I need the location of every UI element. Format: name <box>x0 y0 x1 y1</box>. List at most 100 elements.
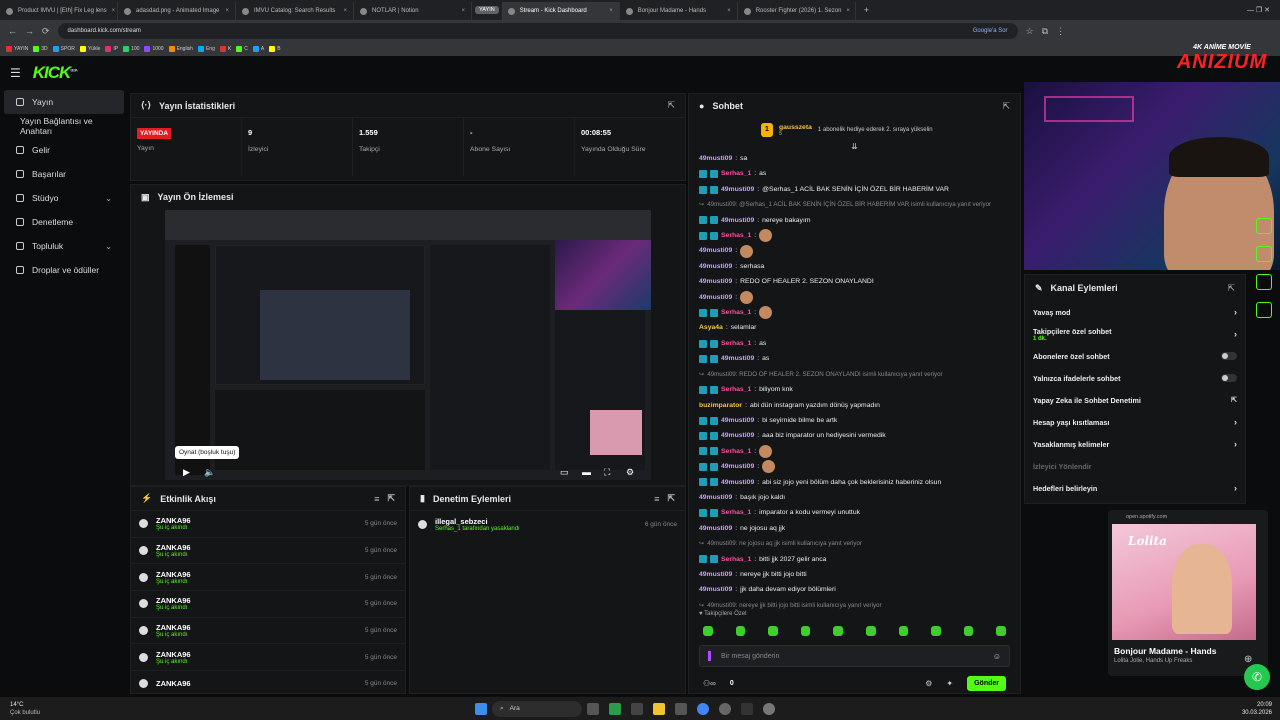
bookmark-item[interactable]: C <box>236 46 248 52</box>
sidebar-item[interactable]: Stüdyo ⌄ <box>4 186 124 210</box>
sidebar-item[interactable]: Yayın <box>4 90 124 114</box>
emote-icon[interactable] <box>800 626 811 636</box>
popout-icon[interactable]: ⇱ <box>667 100 675 111</box>
bookmark-item[interactable]: Eng <box>197 46 215 52</box>
album-art[interactable]: Lolita <box>1112 524 1256 640</box>
channel-action-item[interactable]: Hedefleri belirleyin › <box>1025 477 1245 499</box>
browser-tab[interactable]: NOTLAR | Notion × <box>354 2 472 20</box>
settings-gear-icon[interactable]: ⚙ <box>925 679 932 688</box>
chat-username[interactable]: Serhas_1 <box>721 305 751 320</box>
chrome-icon[interactable] <box>697 702 710 715</box>
wrench-tool-icon[interactable] <box>1256 302 1272 318</box>
extensions-icon[interactable]: ⧉ <box>1042 26 1048 37</box>
chat-username[interactable]: 49musti09 <box>699 521 732 536</box>
sidebar-item[interactable]: Topluluk ⌄ <box>4 234 124 258</box>
back-icon[interactable]: ← <box>8 26 17 36</box>
reload-icon[interactable]: ⟳ <box>42 26 50 37</box>
chat-username[interactable]: 49musti09 <box>721 459 754 474</box>
chat-tool-icon[interactable] <box>1256 218 1272 234</box>
whatsapp-icon[interactable]: ✆ <box>1244 664 1270 690</box>
weather-widget[interactable]: 14°C Çok bulutlu <box>0 701 50 717</box>
chat-username[interactable]: 49musti09 <box>699 490 732 505</box>
chat-username[interactable]: Serhas_1 <box>721 166 751 181</box>
file-explorer-icon[interactable] <box>653 702 666 715</box>
toggle-switch[interactable] <box>1221 374 1237 382</box>
chat-username[interactable]: 49musti09 <box>721 475 754 490</box>
bookmark-item[interactable]: SPOR <box>52 46 75 52</box>
sidebar-item[interactable]: Denetleme <box>4 210 124 234</box>
add-icon[interactable]: ⊕ <box>1244 654 1252 665</box>
close-icon[interactable]: × <box>343 8 347 14</box>
channel-action-item[interactable]: Abonelere özel sohbet <box>1025 345 1245 367</box>
chat-username[interactable]: 49musti09 <box>699 151 732 166</box>
emote-icon[interactable] <box>931 626 941 636</box>
activity-row[interactable]: ZANKA96 Şu iç akındı 5 gün önce <box>131 591 405 618</box>
xbox-icon[interactable] <box>609 702 622 715</box>
sidebar-item[interactable]: Gelir <box>4 138 124 162</box>
media-icon[interactable] <box>631 702 644 715</box>
obs-icon[interactable] <box>719 702 732 715</box>
moderation-row[interactable]: illegal_sebzeci Serhas_1 tarafından yasak… <box>410 511 685 538</box>
chat-username[interactable]: 49musti09 <box>721 351 754 366</box>
channel-action-item[interactable]: Yalnızca ifadelerle sohbet <box>1025 367 1245 389</box>
chat-username[interactable]: Serhas_1 <box>721 552 751 567</box>
kick-logo[interactable]: KICKBETA <box>33 63 78 83</box>
external-link-icon[interactable]: ⇱ <box>1231 396 1237 404</box>
bookmark-item[interactable]: 100 <box>123 46 139 52</box>
emote-icon[interactable] <box>768 626 778 636</box>
link-tool-icon[interactable] <box>1256 246 1272 262</box>
chevron-right-icon[interactable]: › <box>1234 483 1237 493</box>
chat-input[interactable]: Bir mesaj gönderin ☺ <box>699 645 1010 667</box>
chevron-right-icon[interactable]: › <box>1234 329 1237 339</box>
volume-icon[interactable]: 🔈 <box>204 467 215 478</box>
emote-icon[interactable] <box>963 626 974 636</box>
people-icon[interactable]: ⚇∞ <box>703 679 716 688</box>
forward-icon[interactable]: → <box>25 26 34 36</box>
chat-username[interactable]: buzimparator <box>699 398 742 413</box>
emote-icon[interactable] <box>703 626 713 636</box>
chat-username[interactable]: 49musti09 <box>721 213 754 228</box>
chat-username[interactable]: 49musti09 <box>721 413 754 428</box>
emote-icon[interactable] <box>833 626 843 636</box>
system-clock[interactable]: 20:09 30.03.2026 <box>1242 701 1280 717</box>
bookmark-item[interactable]: 1000 <box>144 46 164 52</box>
taskbar-search[interactable]: ⌕ Ara <box>492 700 583 717</box>
pinned-gift-bar[interactable]: 1 gausszeta 5 1 abonelik hediye ederek 2… <box>689 118 1020 142</box>
chat-username[interactable]: 49musti09 <box>699 274 732 289</box>
popout-icon[interactable]: ⇱ <box>667 493 675 504</box>
close-icon[interactable]: × <box>112 8 116 14</box>
list-tool-icon[interactable] <box>1256 274 1272 290</box>
chat-username[interactable]: Serhas_1 <box>721 336 751 351</box>
chat-username[interactable]: 49musti09 <box>699 259 732 274</box>
close-icon[interactable]: × <box>225 8 229 14</box>
browser-tab[interactable]: Stream - Kick Dashboard × <box>501 2 620 20</box>
chat-username[interactable]: Asya4a <box>699 320 723 335</box>
terminal-icon[interactable] <box>741 702 754 715</box>
bookmark-item[interactable]: B <box>269 46 281 52</box>
collapse-icon[interactable]: ⇊ <box>689 142 1020 151</box>
channel-action-item[interactable]: Hesap yaşı kısıtlaması › <box>1025 411 1245 433</box>
chevron-right-icon[interactable]: › <box>1234 307 1237 317</box>
star-icon[interactable]: ☆ <box>1026 26 1034 37</box>
filter-icon[interactable]: ≡ <box>374 494 379 504</box>
popout-icon[interactable]: ⇱ <box>387 493 395 504</box>
channel-action-item[interactable]: Yavaş mod › <box>1025 301 1245 323</box>
browser-tab[interactable]: Bonjour Madame - Hands × <box>620 2 738 20</box>
sidebar-item[interactable]: Yayın Bağlantısı ve Anahtarı <box>4 114 124 138</box>
chat-username[interactable]: Serhas_1 <box>721 505 751 520</box>
chat-username[interactable]: Serhas_1 <box>721 228 751 243</box>
emote-icon[interactable] <box>898 626 909 636</box>
bookmark-item[interactable]: A <box>252 46 264 52</box>
chat-username[interactable]: 49musti09 <box>699 567 732 582</box>
emote-icon[interactable] <box>735 626 746 636</box>
browser-tab[interactable]: Product IMVU | [Eth] Fix Leg lens × <box>0 2 118 20</box>
browser-tab[interactable]: adasdad.png - Animated Image × <box>118 2 236 20</box>
channel-action-item[interactable]: Takipçilere özel sohbet 1 dk. › <box>1025 323 1245 345</box>
google-ask-button[interactable]: Google'a Sor <box>973 28 1008 34</box>
channel-action-item[interactable]: Yasaklanmış kelimeler › <box>1025 433 1245 455</box>
emote-icon[interactable] <box>865 626 876 636</box>
activity-row[interactable]: ZANKA96 Şu iç akındı 5 gün önce <box>131 538 405 565</box>
bookmark-item[interactable]: K <box>219 46 231 52</box>
chat-username[interactable]: 49musti09 <box>699 243 732 258</box>
filter-icon[interactable]: ≡ <box>654 494 659 504</box>
